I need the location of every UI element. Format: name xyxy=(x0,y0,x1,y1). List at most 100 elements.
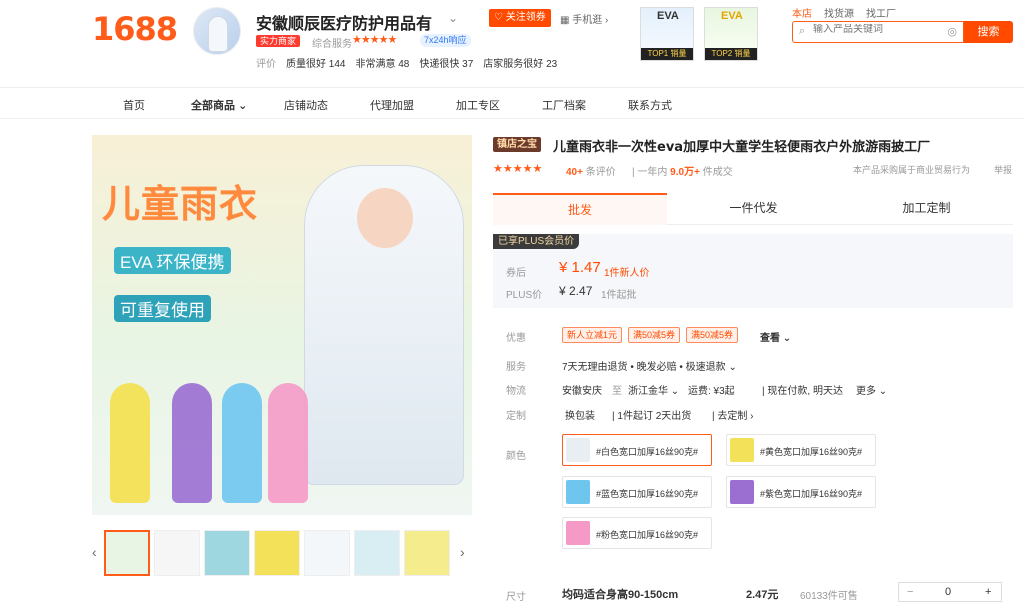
color-option-purple[interactable]: #紫色宽口加厚16丝90克# xyxy=(726,476,876,508)
more-logistics[interactable]: 更多 ⌄ xyxy=(856,382,887,397)
ship-from: 安徽安庆 xyxy=(562,386,602,397)
shop-metrics: 评价 质量很好 144 非常满意 48 快递很快 37 店家服务很好 23 xyxy=(256,55,557,70)
top1-ad[interactable]: EVA TOP1 销量 xyxy=(640,7,694,61)
scope-find-factory[interactable]: 找工厂 xyxy=(866,5,896,20)
image-subline-1: EVA 环保便携 xyxy=(114,247,231,274)
service-label: 服务 xyxy=(506,362,526,373)
swatch xyxy=(730,438,754,462)
nav-home[interactable]: 首页 xyxy=(123,97,145,113)
go-custom-link[interactable]: | 去定制 › xyxy=(712,407,754,422)
chevron-left-icon[interactable]: ‹ xyxy=(92,544,97,560)
service-stars: ★★★★★ xyxy=(352,34,397,46)
search-scope-tabs[interactable]: 本店 找货源 找工厂 xyxy=(792,5,896,20)
shipping-fee: 运费: ¥3起 xyxy=(688,386,735,397)
metric-label: 评价 xyxy=(256,59,276,70)
shop-name[interactable]: 安徽顺辰医疗防护用品有 xyxy=(256,10,432,34)
custom-moq: | 1件起订 2天出货 xyxy=(612,411,692,422)
nav-factory-file[interactable]: 工厂档案 xyxy=(542,97,586,113)
logistics-label: 物流 xyxy=(506,386,526,397)
review-count[interactable]: 40+ 条评价 xyxy=(566,163,616,178)
featured-tag: 镇店之宝 xyxy=(493,137,541,152)
chevron-right-icon[interactable]: › xyxy=(460,544,465,560)
scope-this-shop[interactable]: 本店 xyxy=(792,5,812,20)
swatch xyxy=(566,438,590,462)
child-raincoat-figure xyxy=(304,165,464,485)
metric-delivery: 快递很快 37 xyxy=(419,59,474,70)
nav-shop-news[interactable]: 店铺动态 xyxy=(284,97,328,113)
search-button[interactable]: 搜索 xyxy=(964,21,1013,43)
service-label: 综合服务 xyxy=(312,39,352,50)
minus-icon[interactable]: − xyxy=(907,586,913,598)
plus-price-note: 1件起批 xyxy=(601,290,637,301)
plus-price-label: PLUS价 xyxy=(506,290,543,301)
plus-price: ¥ 2.47 xyxy=(559,284,593,298)
camera-icon[interactable]: ◎ xyxy=(947,25,957,38)
yellow-raincoat-kid xyxy=(110,383,150,503)
nav-agent[interactable]: 代理加盟 xyxy=(370,97,414,113)
color-option-white[interactable]: #白色宽口加厚16丝90克# xyxy=(562,434,712,466)
search-input[interactable] xyxy=(813,24,933,35)
search-box[interactable]: ⌕ ◎ xyxy=(792,21,964,43)
report-link[interactable]: 举报 xyxy=(994,163,1012,176)
chevron-down-icon: ⌄ xyxy=(238,100,248,112)
color-label: 颜色 xyxy=(506,451,526,462)
product-main-image[interactable]: 儿童雨衣 EVA 环保便携 可重复使用 xyxy=(92,135,472,515)
swatch xyxy=(730,480,754,504)
thumbnail-strip: ‹ › xyxy=(92,530,472,578)
nav-processing[interactable]: 加工专区 xyxy=(456,97,500,113)
scope-find-goods[interactable]: 找货源 xyxy=(824,5,854,20)
chevron-down-icon[interactable]: ⌄ xyxy=(448,11,458,25)
quantity-value[interactable]: 0 xyxy=(945,586,951,598)
purple-raincoat-kid xyxy=(172,383,212,503)
tab-wholesale[interactable]: 批发 xyxy=(493,193,667,225)
coupon-newuser[interactable]: 新人立减1元 xyxy=(562,327,623,343)
ship-to-word: 至 xyxy=(612,386,622,397)
size-label: 尺寸 xyxy=(506,592,526,603)
thumbnail[interactable] xyxy=(354,530,400,576)
service-value[interactable]: 7天无理由退货 • 晚发必赔 • 极速退款 ⌄ xyxy=(562,358,737,373)
follow-button[interactable]: ♡ 关注领券 xyxy=(489,9,551,27)
heart-icon: ♡ xyxy=(494,12,503,23)
follow-label: 关注领券 xyxy=(505,12,546,23)
custom-label: 定制 xyxy=(506,411,526,422)
tab-custom[interactable]: 加工定制 xyxy=(840,193,1013,225)
view-offers-link[interactable]: 查看 ⌄ xyxy=(760,329,791,344)
image-headline: 儿童雨衣 xyxy=(102,182,259,226)
tab-dropship[interactable]: 一件代发 xyxy=(667,193,840,225)
color-option-blue[interactable]: #蓝色宽口加厚16丝90克# xyxy=(562,476,712,508)
search-icon: ⌕ xyxy=(799,25,806,37)
coupon-50-5[interactable]: 满50减5券 xyxy=(686,327,739,343)
top2-ad[interactable]: EVA TOP2 销量 xyxy=(704,7,758,61)
thumbnail[interactable] xyxy=(404,530,450,576)
shop-avatar[interactable] xyxy=(193,7,241,55)
product-title: 儿童雨衣非一次性eva加厚中大童学生轻便雨衣户外旅游雨披工厂 xyxy=(553,140,931,155)
metric-satisfied: 非常满意 48 xyxy=(355,59,410,70)
color-option-pink[interactable]: #粉色宽口加厚16丝90克# xyxy=(562,517,712,549)
coupon-50-5[interactable]: 满50减5券 xyxy=(628,327,681,343)
nav-all-products[interactable]: 全部商品 ⌄ xyxy=(191,97,247,113)
swatch xyxy=(566,521,590,545)
thumbnail[interactable] xyxy=(204,530,250,576)
plus-member-tag: 已享PLUS会员价 xyxy=(493,234,580,249)
site-logo[interactable]: 1688 xyxy=(92,10,178,48)
plus-icon[interactable]: + xyxy=(985,586,991,598)
ship-to-select[interactable]: 浙江金华 ⌄ xyxy=(628,382,679,397)
pink-raincoat-kid xyxy=(268,383,308,503)
blue-raincoat-kid xyxy=(222,383,262,503)
thumbnail[interactable] xyxy=(104,530,150,576)
mobile-label: 手机逛 xyxy=(572,15,603,26)
color-option-yellow[interactable]: #黄色宽口加厚16丝90克# xyxy=(726,434,876,466)
real-merchant-badge: 实力商家 xyxy=(256,35,301,47)
nav-contact[interactable]: 联系方式 xyxy=(628,97,672,113)
rating-stars: ★★★★★ xyxy=(493,163,543,175)
thumbnail[interactable] xyxy=(254,530,300,576)
mobile-view-button[interactable]: ▦ 手机逛 › xyxy=(560,11,608,26)
image-subline-2: 可重复使用 xyxy=(114,295,211,322)
response-badge: 7x24h响应 xyxy=(420,34,471,47)
thumbnail[interactable] xyxy=(304,530,350,576)
coupon-price-label: 券后 xyxy=(506,268,526,279)
thumbnail[interactable] xyxy=(154,530,200,576)
quantity-stepper[interactable]: − 0 + xyxy=(898,582,1002,602)
offers-label: 优惠 xyxy=(506,333,526,344)
delivery-eta: | 现在付款, 明天达 xyxy=(762,386,843,397)
